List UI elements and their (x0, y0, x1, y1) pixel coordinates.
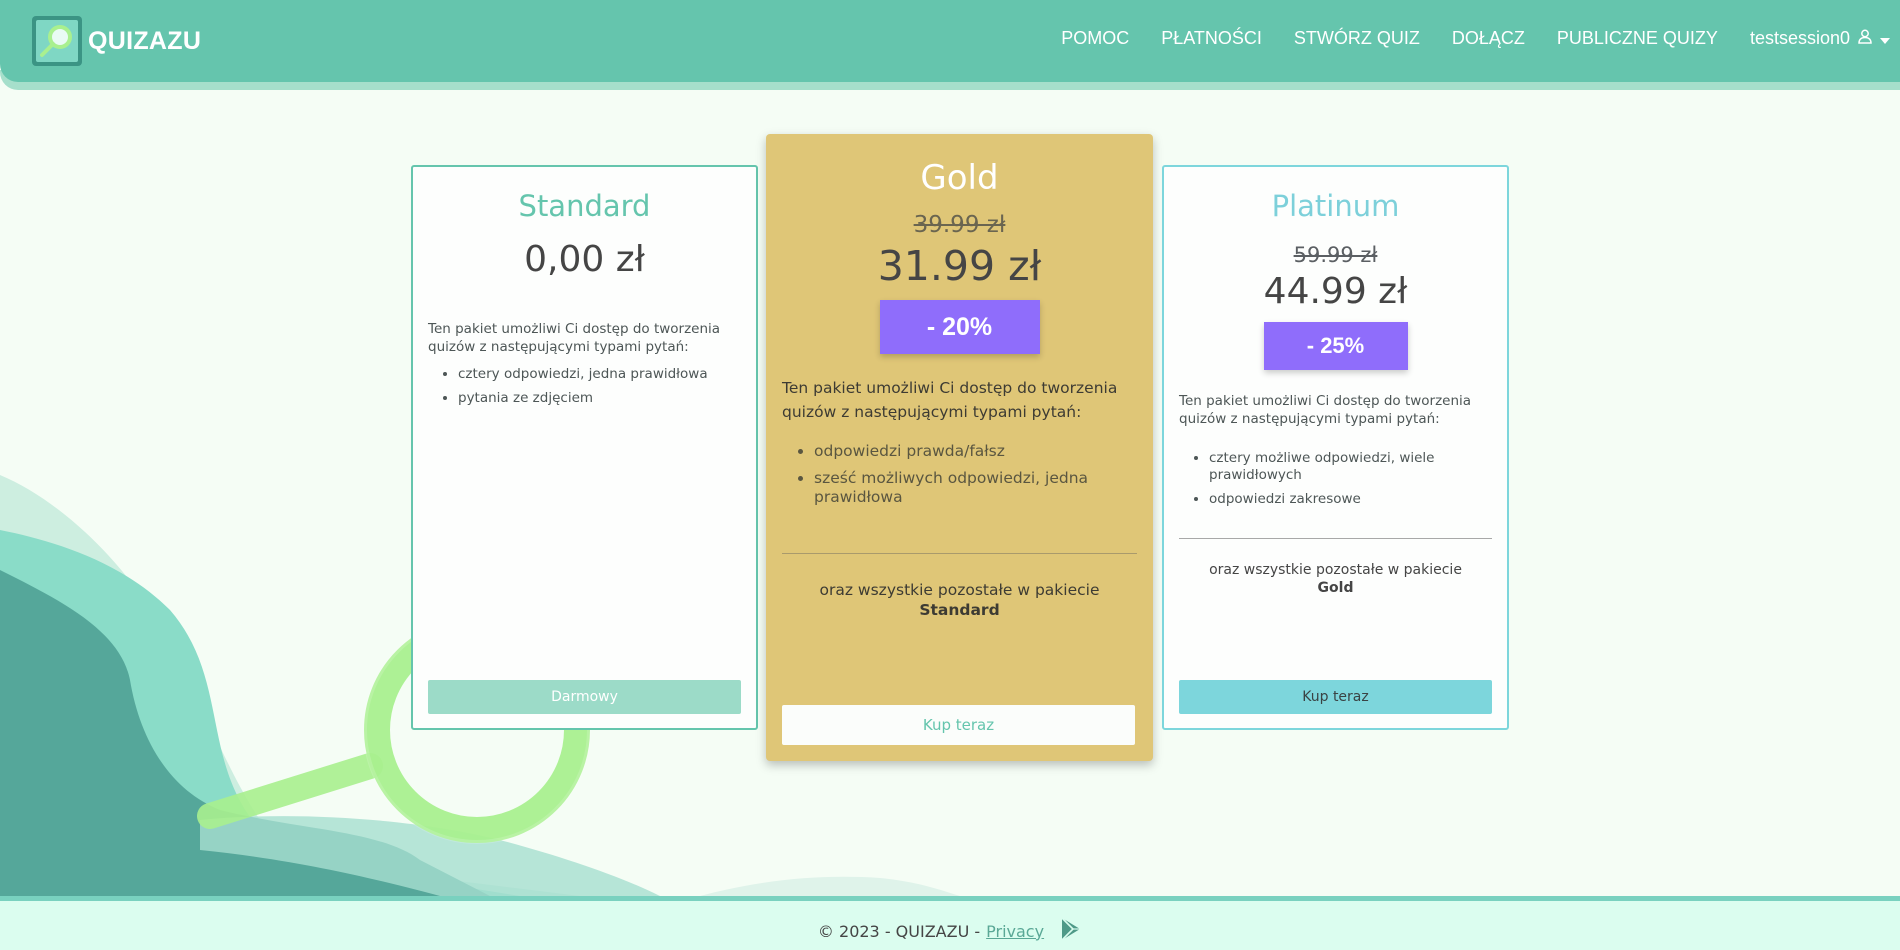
feature-item: odpowiedzi zakresowe (1209, 491, 1492, 508)
buy-platinum-button[interactable]: Kup teraz (1179, 680, 1492, 714)
footer: © 2023 - QUIZAZU - Privacy (0, 896, 1900, 950)
buy-gold-button[interactable]: Kup teraz (782, 705, 1135, 745)
feature-item: cztery odpowiedzi, jedna prawidłowa (458, 366, 741, 383)
includes-text: oraz wszystkie pozostałe w pakiecie Stan… (766, 580, 1153, 620)
navbar: QUIZAZU POMOC PŁATNOŚCI STWÓRZ QUIZ DOŁĄ… (0, 0, 1900, 82)
nav-links: POMOC PŁATNOŚCI STWÓRZ QUIZ DOŁĄCZ PUBLI… (1029, 28, 1890, 49)
plan-price: 44.99 zł (1263, 271, 1408, 312)
plan-title: Standard (518, 189, 651, 223)
magnifier-logo-icon (32, 16, 82, 66)
brand[interactable]: QUIZAZU (32, 16, 201, 66)
nav-item-publiczne-quizy[interactable]: PUBLICZNE QUIZY (1557, 28, 1718, 49)
user-menu[interactable]: testsession0 (1750, 28, 1890, 49)
divider (782, 553, 1137, 554)
user-icon (1858, 28, 1872, 49)
nav-item-platnosci[interactable]: PŁATNOŚCI (1161, 28, 1262, 49)
divider (1179, 538, 1492, 539)
plan-price: 0,00 zł (524, 239, 645, 280)
feature-item: sześć możliwych odpowiedzi, jedna prawid… (814, 469, 1137, 507)
feature-list: cztery możliwe odpowiedzi, wiele prawidł… (1209, 450, 1492, 508)
feature-list: odpowiedzi prawda/fałsz sześć możliwych … (814, 442, 1137, 507)
old-price: 59.99 zł (1293, 243, 1378, 267)
discount-badge: - 25% (1263, 322, 1408, 370)
old-price: 39.99 zł (913, 212, 1006, 238)
discount-badge: - 20% (879, 300, 1040, 354)
copyright-text: © 2023 - QUIZAZU - (817, 921, 981, 941)
nav-item-stworz-quiz[interactable]: STWÓRZ QUIZ (1294, 28, 1420, 49)
feature-list: cztery odpowiedzi, jedna prawidłowa pyta… (458, 366, 741, 407)
includes-text: oraz wszystkie pozostałe w pakiecie Gold (1164, 561, 1507, 597)
includes-plan: Standard (919, 601, 1000, 619)
plan-card-platinum: Platinum 59.99 zł 44.99 zł - 25% Ten pak… (1162, 165, 1509, 730)
plan-card-standard: Standard 0,00 zł Ten pakiet umożliwi Ci … (411, 165, 758, 730)
brand-name: QUIZAZU (88, 26, 202, 55)
plan-description: Ten pakiet umożliwi Ci dostęp do tworzen… (782, 379, 1118, 421)
plan-card-gold: Gold 39.99 zł 31.99 zł - 20% Ten pakiet … (766, 134, 1153, 761)
privacy-link[interactable]: Privacy (986, 922, 1044, 941)
nav-item-dolacz[interactable]: DOŁĄCZ (1452, 28, 1525, 49)
plan-title: Platinum (1271, 189, 1400, 223)
feature-item: odpowiedzi prawda/fałsz (814, 442, 1137, 461)
feature-item: pytania ze zdjęciem (458, 390, 741, 407)
includes-plan: Gold (1317, 580, 1354, 596)
includes-label: oraz wszystkie pozostałe w pakiecie (1209, 562, 1462, 578)
plan-title: Gold (920, 158, 999, 198)
play-store-icon[interactable] (1060, 917, 1082, 945)
caret-down-icon (1880, 28, 1890, 49)
nav-item-pomoc[interactable]: POMOC (1061, 28, 1129, 49)
user-name: testsession0 (1749, 28, 1850, 48)
plan-description: Ten pakiet umożliwi Ci dostęp do tworzen… (1179, 393, 1472, 427)
free-button[interactable]: Darmowy (428, 680, 741, 714)
plan-price: 31.99 zł (877, 242, 1042, 290)
includes-label: oraz wszystkie pozostałe w pakiecie (819, 581, 1100, 599)
feature-item: cztery możliwe odpowiedzi, wiele prawidł… (1209, 450, 1492, 484)
plan-description: Ten pakiet umożliwi Ci dostęp do tworzen… (428, 321, 721, 355)
